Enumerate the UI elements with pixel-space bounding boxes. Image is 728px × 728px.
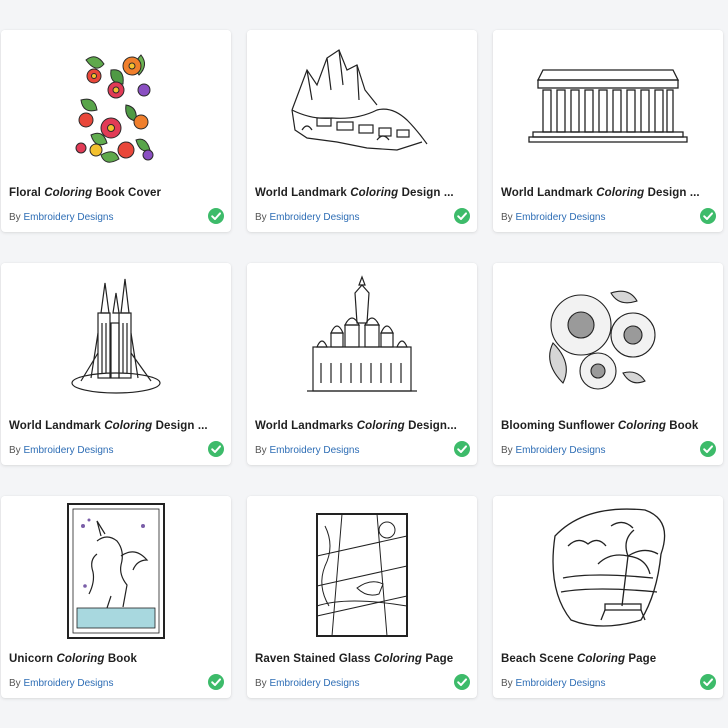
product-title[interactable]: World Landmarks Coloring Design... bbox=[255, 420, 469, 432]
machu-picchu-illustration bbox=[291, 49, 428, 151]
product-image[interactable] bbox=[1, 496, 231, 646]
check-circle-icon bbox=[208, 441, 224, 457]
product-byline: By Embroidery Designs bbox=[9, 212, 114, 223]
product-title[interactable]: Unicorn Coloring Book bbox=[9, 653, 223, 665]
product-card[interactable]: Beach Scene Coloring Page By Embroidery … bbox=[493, 496, 723, 698]
author-link[interactable]: Embroidery Designs bbox=[515, 212, 605, 223]
product-image[interactable] bbox=[1, 30, 231, 180]
parthenon-illustration bbox=[528, 69, 688, 143]
product-byline: By Embroidery Designs bbox=[501, 212, 606, 223]
product-card[interactable]: Blooming Sunflower Coloring Book By Embr… bbox=[493, 263, 723, 465]
floral-book-cover-illustration bbox=[74, 48, 154, 163]
check-circle-icon bbox=[208, 674, 224, 690]
raven-stained-glass-illustration bbox=[316, 513, 408, 637]
check-circle-icon bbox=[454, 208, 470, 224]
author-link[interactable]: Embroidery Designs bbox=[515, 445, 605, 456]
product-title[interactable]: World Landmark Coloring Design ... bbox=[9, 420, 223, 432]
product-image[interactable] bbox=[493, 30, 723, 180]
sagrada-familia-illustration bbox=[71, 278, 161, 394]
product-byline: By Embroidery Designs bbox=[255, 678, 360, 689]
product-image[interactable] bbox=[493, 496, 723, 646]
check-circle-icon bbox=[700, 208, 716, 224]
st-basils-cathedral-illustration bbox=[307, 275, 417, 392]
product-card[interactable]: World Landmark Coloring Design ... By Em… bbox=[1, 263, 231, 465]
product-title[interactable]: Raven Stained Glass Coloring Page bbox=[255, 653, 469, 665]
author-link[interactable]: Embroidery Designs bbox=[23, 445, 113, 456]
product-image[interactable] bbox=[1, 263, 231, 413]
product-image[interactable] bbox=[493, 263, 723, 413]
product-title[interactable]: Beach Scene Coloring Page bbox=[501, 653, 715, 665]
product-image[interactable] bbox=[247, 30, 477, 180]
product-byline: By Embroidery Designs bbox=[9, 445, 114, 456]
beach-scene-illustration bbox=[552, 508, 666, 627]
check-circle-icon bbox=[208, 208, 224, 224]
product-card[interactable]: Unicorn Coloring Book By Embroidery Desi… bbox=[1, 496, 231, 698]
sunflowers-illustration bbox=[549, 290, 656, 390]
product-byline: By Embroidery Designs bbox=[255, 212, 360, 223]
product-card[interactable]: World Landmarks Coloring Design... By Em… bbox=[247, 263, 477, 465]
check-circle-icon bbox=[454, 441, 470, 457]
author-link[interactable]: Embroidery Designs bbox=[269, 445, 359, 456]
product-image[interactable] bbox=[247, 263, 477, 413]
author-link[interactable]: Embroidery Designs bbox=[23, 212, 113, 223]
product-byline: By Embroidery Designs bbox=[255, 445, 360, 456]
product-byline: By Embroidery Designs bbox=[9, 678, 114, 689]
author-link[interactable]: Embroidery Designs bbox=[515, 678, 605, 689]
product-image[interactable] bbox=[247, 496, 477, 646]
product-title[interactable]: World Landmark Coloring Design ... bbox=[501, 187, 715, 199]
product-card[interactable]: World Landmark Coloring Design ... By Em… bbox=[247, 30, 477, 232]
product-grid: Floral Coloring Book Cover By Embroidery… bbox=[0, 0, 728, 728]
product-title[interactable]: Blooming Sunflower Coloring Book bbox=[501, 420, 715, 432]
product-card[interactable]: Raven Stained Glass Coloring Page By Emb… bbox=[247, 496, 477, 698]
product-byline: By Embroidery Designs bbox=[501, 445, 606, 456]
unicorn-illustration bbox=[67, 503, 165, 639]
author-link[interactable]: Embroidery Designs bbox=[269, 678, 359, 689]
product-title[interactable]: World Landmark Coloring Design ... bbox=[255, 187, 469, 199]
product-title[interactable]: Floral Coloring Book Cover bbox=[9, 187, 223, 199]
product-card[interactable]: Floral Coloring Book Cover By Embroidery… bbox=[1, 30, 231, 232]
author-link[interactable]: Embroidery Designs bbox=[269, 212, 359, 223]
product-byline: By Embroidery Designs bbox=[501, 678, 606, 689]
product-card[interactable]: World Landmark Coloring Design ... By Em… bbox=[493, 30, 723, 232]
check-circle-icon bbox=[700, 674, 716, 690]
check-circle-icon bbox=[454, 674, 470, 690]
check-circle-icon bbox=[700, 441, 716, 457]
author-link[interactable]: Embroidery Designs bbox=[23, 678, 113, 689]
